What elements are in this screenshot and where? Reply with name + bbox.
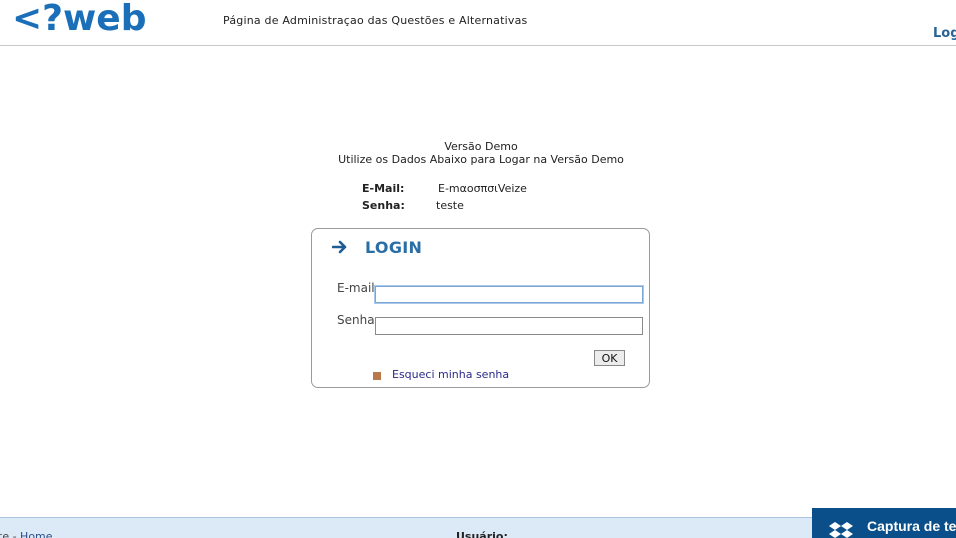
user-label: Usuário:	[456, 530, 508, 538]
senha-label: Senha:	[337, 313, 379, 327]
breadcrumb-prefix: te -	[0, 530, 21, 538]
square-bullet-icon	[373, 372, 381, 380]
email-field[interactable]	[375, 286, 643, 303]
logout-link[interactable]: Log	[933, 26, 956, 41]
breadcrumb-home-link[interactable]: Home	[20, 530, 52, 538]
web-logo-icon[interactable]: <?web	[10, 0, 190, 34]
toast-text: Captura de te	[867, 518, 956, 534]
forgot-password-link[interactable]: Esqueci minha senha	[392, 368, 509, 381]
demo-email-value: E-mαοσπσιVeize	[438, 182, 527, 195]
arrow-right-icon	[332, 240, 347, 254]
demo-email-label: E-Mail:	[362, 182, 405, 195]
screenshot-toast[interactable]: Captura de te	[812, 508, 956, 538]
header: <?web Página de Administraçao das Questõ…	[0, 0, 956, 46]
admin-login-page: <?web Página de Administraçao das Questõ…	[0, 0, 956, 538]
demo-senha-value: teste	[436, 199, 464, 212]
ok-button[interactable]: OK	[594, 350, 625, 366]
demo-title: Versão Demo	[444, 140, 518, 153]
logo-text: <?web	[12, 0, 147, 34]
login-title: LOGIN	[365, 238, 423, 257]
page-title: Página de Administraçao das Questões e A…	[223, 14, 528, 27]
login-form: LOGIN E-mail: Senha: OK Esqueci minha se…	[311, 228, 650, 388]
demo-senha-label: Senha:	[362, 199, 405, 212]
demo-instructions: Utilize os Dados Abaixo para Logar na Ve…	[338, 153, 624, 166]
dropbox-icon	[829, 522, 853, 538]
breadcrumb: te - Home	[0, 530, 53, 538]
password-field[interactable]	[375, 317, 643, 335]
email-label: E-mail:	[337, 281, 379, 295]
demo-info: Versão Demo Utilize os Dados Abaixo para…	[300, 140, 662, 166]
